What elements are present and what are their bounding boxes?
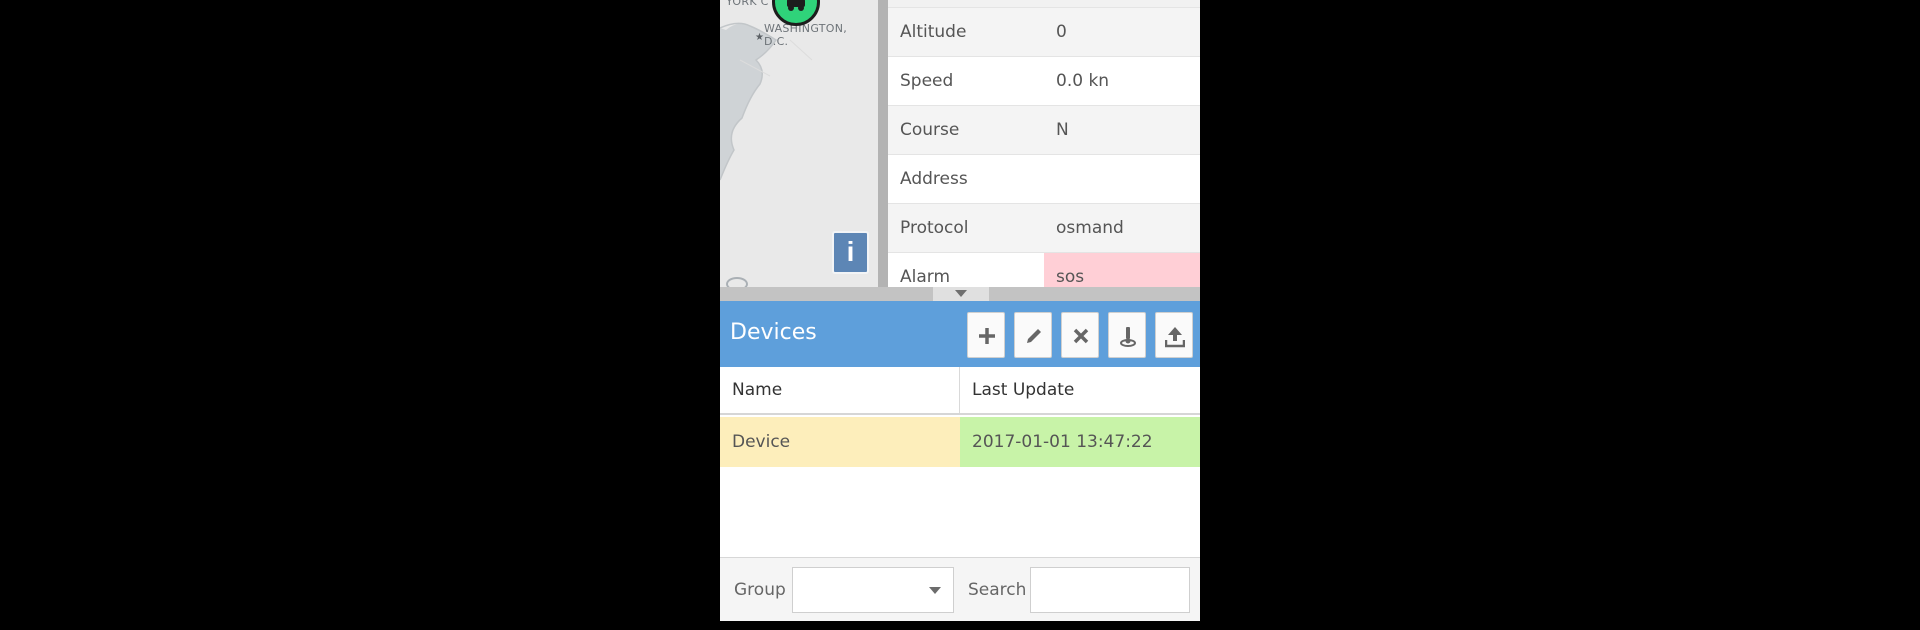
collapse-toggle[interactable] <box>933 287 989 301</box>
attribute-value: 0.0 kn <box>1056 71 1110 91</box>
geofence-link-icon <box>1120 327 1136 347</box>
attribute-value: osmand <box>1056 218 1124 238</box>
attribute-row[interactable]: Protocol osmand <box>888 203 1200 252</box>
chevron-down-icon <box>955 290 967 297</box>
attribute-row[interactable]: Course N <box>888 105 1200 154</box>
devices-panel-header: Devices <box>720 301 1200 367</box>
column-header-last-update[interactable]: Last Update <box>960 367 1200 413</box>
upload-icon <box>1165 327 1185 348</box>
group-label: Group <box>734 580 786 600</box>
state-attributes-grid: Altitude 0 Speed 0.0 kn Course N Address… <box>888 0 1200 287</box>
map-logo-icon <box>726 277 748 287</box>
search-label: Search <box>968 580 1027 600</box>
attribute-name: Altitude <box>900 22 967 42</box>
attribute-row[interactable]: Address <box>888 154 1200 203</box>
attribute-row[interactable]: Speed 0.0 kn <box>888 56 1200 105</box>
table-row[interactable]: Device 2017-01-01 13:47:22 <box>720 417 1200 467</box>
add-device-button[interactable] <box>967 312 1005 358</box>
plus-icon <box>979 328 995 344</box>
close-icon <box>1073 328 1089 344</box>
attribute-name: Address <box>900 169 968 189</box>
map-label-state: D.C. <box>764 35 789 48</box>
map-info-button[interactable]: i <box>832 231 869 274</box>
geofence-link-button[interactable] <box>1108 312 1146 358</box>
devices-toolbar-bottom: Group Search <box>720 557 1200 621</box>
map-label-top: YORK C <box>726 0 769 8</box>
column-header-name[interactable]: Name <box>720 367 960 413</box>
grid-empty-area <box>720 467 1200 557</box>
group-select[interactable] <box>792 567 954 613</box>
devices-title: Devices <box>730 320 817 345</box>
attribute-name: Course <box>900 120 960 140</box>
attribute-name: Alarm <box>900 267 951 287</box>
attribute-value: 0 <box>1056 22 1067 42</box>
car-icon <box>787 0 805 11</box>
map-label-city: WASHINGTON, <box>764 22 848 35</box>
attribute-name: Protocol <box>900 218 969 238</box>
device-last-update-cell: 2017-01-01 13:47:22 <box>960 417 1200 467</box>
search-input[interactable] <box>1030 567 1190 613</box>
edit-device-button[interactable] <box>1014 312 1052 358</box>
attribute-row[interactable]: Altitude 0 <box>888 7 1200 56</box>
attribute-value-alarm: sos <box>1044 253 1200 287</box>
devices-grid-header: Name Last Update <box>720 367 1200 415</box>
chevron-down-icon <box>929 587 941 594</box>
capital-star-icon: ★ <box>755 32 764 43</box>
attribute-name: Speed <box>900 71 954 91</box>
attribute-value: N <box>1056 120 1069 140</box>
device-name-cell: Device <box>720 417 960 467</box>
map-view[interactable]: YORK C ★ WASHINGTON, D.C. i <box>720 0 878 287</box>
attribute-row[interactable]: Alarm sos <box>888 252 1200 287</box>
horizontal-splitter[interactable] <box>720 287 1200 301</box>
app-window: YORK C ★ WASHINGTON, D.C. i Altitude 0 S… <box>720 0 1200 621</box>
remove-device-button[interactable] <box>1061 312 1099 358</box>
pencil-icon <box>1027 329 1041 343</box>
send-command-button[interactable] <box>1155 312 1193 358</box>
attribute-value <box>1044 155 1200 203</box>
